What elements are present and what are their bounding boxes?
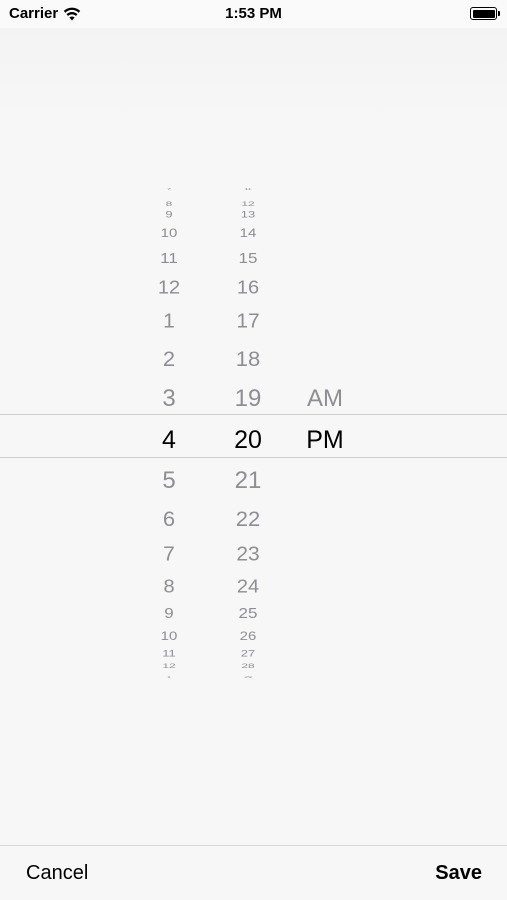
minute-option[interactable]: 15: [215, 251, 281, 266]
minute-wheel[interactable]: 11 12 13 14 15 16 17 18 19 20 21 22 23 24 25 26 27 28 29: [215, 185, 281, 685]
battery-icon: [470, 7, 500, 20]
hour-option[interactable]: 6: [139, 508, 199, 530]
minute-option[interactable]: 14: [215, 228, 281, 240]
bottom-toolbar: Cancel Save: [0, 845, 507, 900]
navigation-bar-background: [0, 28, 507, 118]
minute-option[interactable]: 25: [215, 606, 281, 621]
hour-option[interactable]: 12: [139, 663, 199, 670]
hour-option[interactable]: 9: [139, 606, 199, 621]
hour-option[interactable]: 10: [139, 228, 199, 240]
hour-option[interactable]: 8: [139, 201, 199, 208]
minute-option[interactable]: 17: [215, 311, 281, 331]
minute-option[interactable]: 28: [215, 663, 281, 670]
minute-option[interactable]: 19: [215, 387, 281, 411]
status-bar: Carrier 1:53 PM: [0, 0, 507, 28]
minute-option[interactable]: 16: [215, 279, 281, 297]
time-picker[interactable]: 7 8 9 10 11 12 1 2 3 4 5 6 7 8 9 10 11 12 1 11 12 13 14 15 16 17…: [0, 185, 507, 685]
hour-option[interactable]: 7: [139, 188, 199, 190]
hour-option[interactable]: 9: [139, 210, 199, 219]
minute-option[interactable]: 18: [215, 348, 281, 370]
hour-option[interactable]: 10: [139, 631, 199, 643]
hour-option[interactable]: 1: [139, 676, 199, 678]
minute-option[interactable]: 26: [215, 631, 281, 643]
status-time: 1:53 PM: [225, 5, 282, 22]
minute-option[interactable]: 12: [215, 201, 281, 208]
period-wheel[interactable]: AM PM: [293, 185, 357, 685]
hour-option[interactable]: 11: [139, 251, 199, 266]
minute-option[interactable]: 13: [215, 210, 281, 219]
hour-option[interactable]: 8: [139, 578, 199, 596]
period-option-selected[interactable]: PM: [293, 428, 357, 453]
hour-option[interactable]: 1: [139, 311, 199, 331]
minute-option[interactable]: 22: [215, 508, 281, 530]
hour-option[interactable]: 3: [139, 387, 199, 411]
hour-option[interactable]: 2: [139, 348, 199, 370]
minute-option[interactable]: 23: [215, 544, 281, 564]
save-button[interactable]: Save: [435, 862, 482, 885]
hour-option-selected[interactable]: 4: [139, 428, 199, 453]
period-option[interactable]: AM: [293, 387, 357, 411]
hour-option[interactable]: 7: [139, 544, 199, 564]
minute-option[interactable]: 21: [215, 469, 281, 493]
hour-option[interactable]: 5: [139, 469, 199, 493]
minute-option[interactable]: 11: [215, 188, 281, 190]
hour-option[interactable]: 12: [139, 279, 199, 297]
battery-level: [472, 9, 495, 18]
hour-option[interactable]: 11: [139, 649, 199, 658]
minute-option[interactable]: 27: [215, 649, 281, 658]
minute-option-selected[interactable]: 20: [215, 428, 281, 453]
minute-option[interactable]: 29: [215, 676, 281, 678]
cancel-button[interactable]: Cancel: [26, 862, 88, 885]
minute-option[interactable]: 24: [215, 578, 281, 596]
hour-wheel[interactable]: 7 8 9 10 11 12 1 2 3 4 5 6 7 8 9 10 11 12 1: [139, 185, 199, 685]
